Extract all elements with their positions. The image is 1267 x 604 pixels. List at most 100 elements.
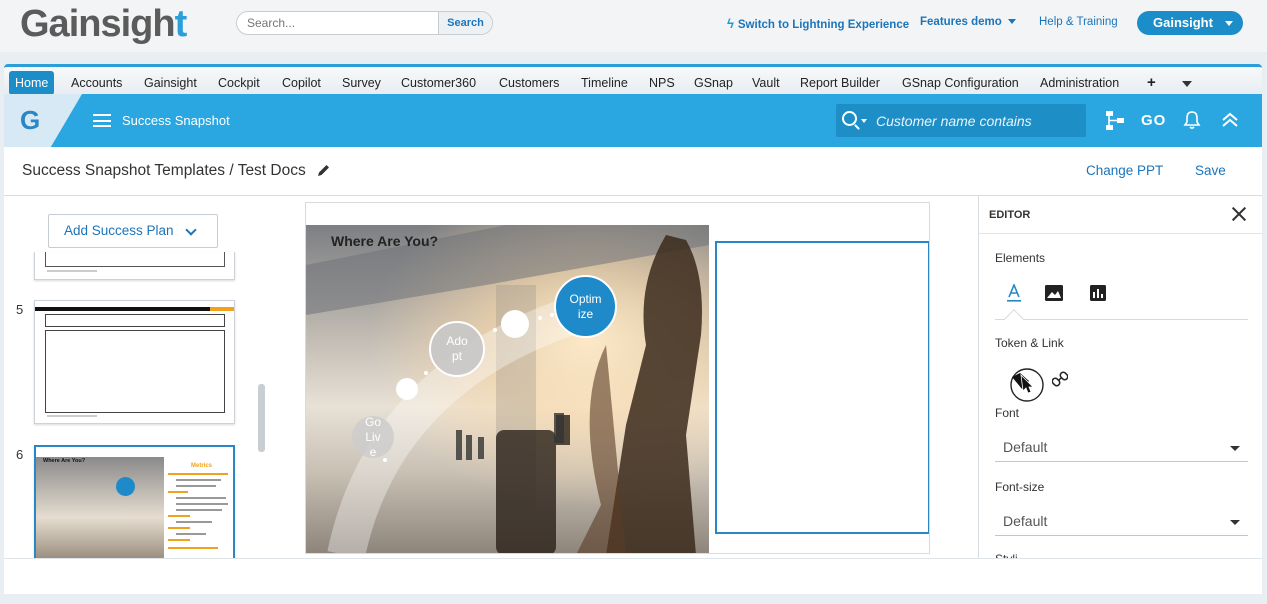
collapse-up-icon[interactable] (1219, 109, 1241, 131)
link-icon[interactable] (1052, 371, 1068, 387)
thumb-line (176, 479, 221, 481)
slide-number: 6 (16, 447, 24, 462)
active-tab-pointer (1004, 309, 1024, 329)
thumb-line (176, 503, 228, 505)
global-search-button[interactable]: Search (438, 12, 492, 34)
tab-gsnap-configuration[interactable]: GSnap Configuration (896, 71, 1025, 95)
chart-icon[interactable] (1090, 285, 1106, 301)
arc-dot (550, 313, 554, 317)
slide-title[interactable]: Where Are You? (331, 233, 438, 249)
stage-label: pt (451, 349, 462, 363)
tab-gsnap[interactable]: GSnap (688, 71, 739, 95)
tab-home[interactable]: Home (9, 71, 55, 95)
text-icon[interactable] (1006, 284, 1022, 302)
tab-customers[interactable]: Customers (493, 71, 565, 95)
search-options-caret-icon[interactable] (861, 119, 867, 123)
slide-thumbnail-selected[interactable]: Where Are You? Metrics (34, 445, 235, 558)
search-icon[interactable] (842, 111, 857, 126)
tab-timeline[interactable]: Timeline (575, 71, 634, 95)
features-demo-label: Features demo (920, 16, 1002, 28)
hamburger-menu-icon[interactable] (93, 114, 111, 127)
arc-dot (493, 328, 497, 332)
thumb-footer (47, 415, 97, 417)
chevron-down-icon (1007, 19, 1016, 25)
selected-text-box[interactable] (715, 241, 929, 534)
tab-customer360[interactable]: Customer360 (395, 71, 482, 95)
token-icon[interactable] (1007, 367, 1045, 403)
gainsight-logo[interactable]: Gainsight (20, 3, 187, 46)
stage-dot (396, 378, 418, 400)
slide-number: 5 (16, 302, 24, 317)
go-icon[interactable]: GO (1141, 112, 1166, 129)
tab-survey[interactable]: Survey (336, 71, 387, 95)
bell-icon[interactable] (1181, 109, 1203, 131)
user-menu-button[interactable]: Gainsight (1137, 11, 1243, 35)
thumb-line (176, 533, 206, 535)
chevron-down-icon (1230, 520, 1240, 525)
stage-go-live[interactable]: Go Liv e (352, 415, 394, 459)
slide-thumbnail[interactable] (34, 300, 235, 424)
stage-label: ize (577, 306, 594, 321)
slide-thumbnail[interactable] (34, 252, 235, 280)
app-header: G Success Snapshot GO (4, 94, 1262, 147)
editor-divider (979, 233, 1263, 234)
breadcrumb-text[interactable]: Success Snapshot Templates / Test Docs (22, 162, 306, 179)
thumb-side-heading: Metrics (191, 463, 213, 469)
help-training-link[interactable]: Help & Training (1039, 16, 1118, 28)
font-select[interactable]: Default (995, 432, 1248, 462)
help-training-label: Help & Training (1039, 16, 1118, 28)
add-success-plan-label: Add Success Plan (64, 223, 174, 238)
stage-dot (501, 310, 529, 338)
image-icon[interactable] (1045, 285, 1063, 301)
change-ppt-button[interactable]: Change PPT (1086, 163, 1163, 178)
chevron-down-icon (1225, 21, 1233, 26)
customer-search-input[interactable] (876, 104, 1081, 137)
features-demo-menu[interactable]: Features demo (920, 16, 1016, 28)
thumb-line (176, 497, 226, 499)
add-tab-button[interactable]: + (1141, 71, 1162, 95)
thumb-footer (47, 270, 97, 272)
editor-title: EDITOR (989, 209, 1031, 221)
thumb-line (176, 521, 212, 523)
chevron-down-icon (185, 224, 197, 236)
elements-label: Elements (995, 251, 1046, 265)
global-search-input[interactable] (237, 12, 439, 34)
customer-search (836, 104, 1086, 137)
close-icon[interactable] (1231, 206, 1247, 222)
font-size-label: Font-size (995, 480, 1045, 494)
arc-dot (538, 316, 542, 320)
app-title: Success Snapshot (122, 113, 230, 128)
font-select-value: Default (1003, 439, 1048, 455)
app-tab-bar: Home Accounts Gainsight Cockpit Copilot … (4, 64, 1262, 95)
thumb-line (168, 491, 188, 493)
tab-administration[interactable]: Administration (1034, 71, 1125, 95)
tab-gainsight[interactable]: Gainsight (138, 71, 203, 95)
font-size-select[interactable]: Default (995, 506, 1248, 536)
stage-optimize[interactable]: Optim ize (554, 275, 617, 338)
footer-strip (4, 558, 1262, 594)
save-button[interactable]: Save (1195, 163, 1226, 178)
token-link-label: Token & Link (995, 336, 1064, 350)
thumb-frame (45, 252, 225, 267)
lightning-link-label: Switch to Lightning Experience (737, 19, 910, 31)
tab-vault[interactable]: Vault (746, 71, 786, 95)
tab-copilot[interactable]: Copilot (276, 71, 327, 95)
app-badge (4, 94, 82, 147)
tab-nps[interactable]: NPS (643, 71, 681, 95)
thumb-title: Where Are You? (43, 458, 86, 464)
edit-pencil-icon[interactable] (316, 163, 331, 178)
thumb-line (168, 547, 218, 549)
add-success-plan-button[interactable]: Add Success Plan (48, 214, 218, 248)
tab-accounts[interactable]: Accounts (65, 71, 128, 95)
font-size-select-value: Default (1003, 513, 1048, 529)
tab-cockpit[interactable]: Cockpit (212, 71, 266, 95)
tab-report-builder[interactable]: Report Builder (794, 71, 886, 95)
lightning-link[interactable]: ϟ Switch to Lightning Experience (727, 16, 909, 31)
hierarchy-icon[interactable] (1104, 109, 1126, 131)
stage-adopt[interactable]: Ado pt (429, 321, 485, 377)
slide-list-scrollbar[interactable] (258, 384, 265, 452)
more-tabs-button[interactable] (1176, 71, 1198, 95)
thumb-line (176, 509, 222, 511)
arc-dot (383, 458, 387, 462)
thumb-line (168, 527, 190, 529)
